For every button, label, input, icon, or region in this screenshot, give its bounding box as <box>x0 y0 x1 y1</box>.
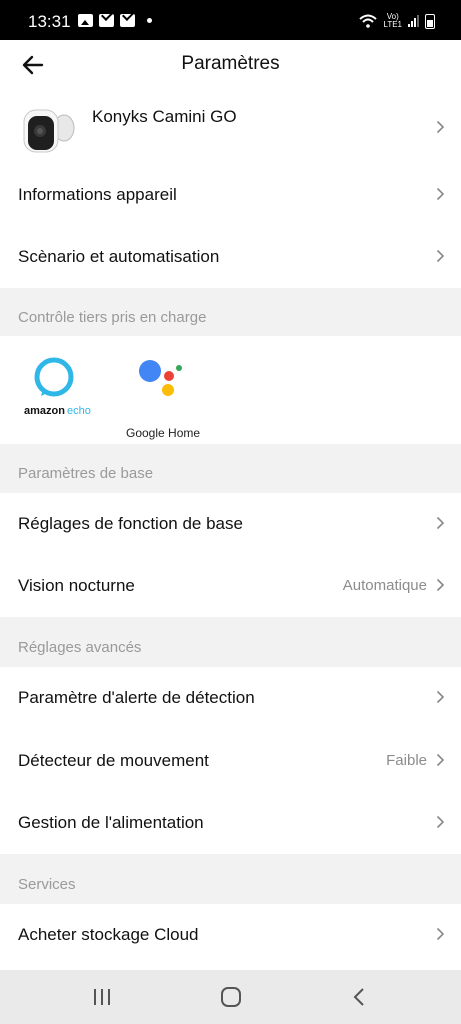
status-time: 13:31 <box>28 12 71 31</box>
status-bar: 13:31 Vo) LTE1 <box>0 0 461 40</box>
night-vision-label: Vision nocturne <box>18 576 135 595</box>
night-vision-value: Automatique <box>342 577 427 594</box>
device-name: Konyks Camini GO <box>92 107 237 126</box>
battery-icon <box>425 13 435 29</box>
amazon-echo-integration[interactable]: amazon echo <box>20 354 94 426</box>
device-info-label: Informations appareil <box>18 185 177 204</box>
chevron-right-icon <box>436 927 445 941</box>
more-notifications-icon <box>147 18 152 23</box>
section-header-third-party: Contrôle tiers pris en charge <box>18 309 207 326</box>
gallery-notification-icon <box>78 14 93 27</box>
integrations-block: amazon echo Google Home <box>0 336 461 444</box>
motion-detector-label: Détecteur de mouvement <box>18 751 209 770</box>
chevron-right-icon <box>436 753 445 767</box>
lte-label: LTE1 <box>383 20 402 29</box>
google-home-text: Google Home <box>126 426 201 440</box>
cloud-storage-row[interactable]: Acheter stockage Cloud <box>0 904 461 966</box>
section-header-basic: Paramètres de base <box>18 465 154 482</box>
power-management-row[interactable]: Gestion de l'alimentation <box>0 792 461 854</box>
device-info-row[interactable]: Informations appareil <box>0 164 461 226</box>
chevron-right-icon <box>436 120 445 134</box>
recent-apps-icon[interactable] <box>92 988 112 1006</box>
chevron-right-icon <box>436 690 445 704</box>
amazon-text: amazon <box>24 405 65 417</box>
google-assistant-icon <box>139 360 182 396</box>
chevron-right-icon <box>436 187 445 201</box>
mail-notification-icon-2 <box>120 14 135 27</box>
section-header-advanced: Réglages avancés <box>18 639 142 656</box>
system-back-icon[interactable] <box>352 987 366 1007</box>
chevron-right-icon <box>436 249 445 263</box>
alexa-icon <box>34 357 74 397</box>
alert-settings-label: Paramètre d'alerte de détection <box>18 688 255 707</box>
device-row[interactable]: Konyks Camini GO <box>0 90 461 164</box>
volte-indicator: Vo) LTE1 <box>383 13 402 29</box>
night-vision-row[interactable]: Vision nocturne Automatique <box>0 555 461 617</box>
basic-settings-row[interactable]: Réglages de fonction de base <box>0 493 461 555</box>
mail-notification-icon <box>99 14 114 27</box>
basic-settings-label: Réglages de fonction de base <box>18 514 243 533</box>
scenario-row[interactable]: Scènario et automatisation <box>0 226 461 288</box>
motion-detector-row[interactable]: Détecteur de mouvement Faible <box>0 730 461 792</box>
echo-text: echo <box>66 405 91 417</box>
signal-icon <box>408 15 419 27</box>
chevron-right-icon <box>436 815 445 829</box>
alert-settings-row[interactable]: Paramètre d'alerte de détection <box>0 667 461 729</box>
motion-detector-value: Faible <box>386 752 427 769</box>
section-header-services: Services <box>18 876 76 893</box>
page-title: Paramètres <box>181 53 280 74</box>
camera-image <box>23 109 75 153</box>
google-home-integration[interactable]: Google Home <box>122 354 202 440</box>
system-nav-bar <box>0 970 461 1024</box>
cloud-storage-label: Acheter stockage Cloud <box>18 925 199 944</box>
scenario-label: Scènario et automatisation <box>18 247 220 266</box>
wifi-icon <box>359 14 378 28</box>
chevron-right-icon <box>436 578 445 592</box>
home-icon[interactable] <box>220 986 242 1008</box>
chevron-right-icon <box>436 516 445 530</box>
power-management-label: Gestion de l'alimentation <box>18 813 204 832</box>
app-header: Paramètres <box>0 40 461 90</box>
